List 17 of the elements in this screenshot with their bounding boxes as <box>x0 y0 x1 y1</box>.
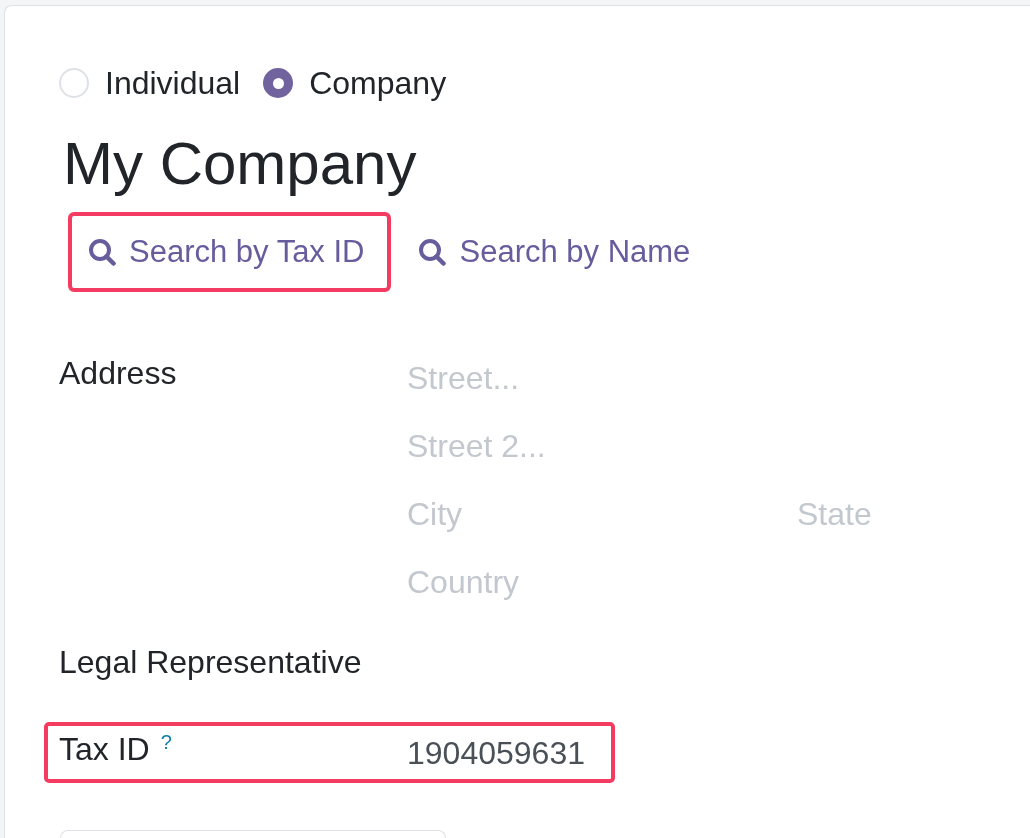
search-icon <box>88 238 116 266</box>
company-name-field[interactable]: My Company <box>63 128 1030 200</box>
address-field[interactable]: Street... <box>407 358 997 398</box>
radio-option[interactable]: Company <box>263 63 447 103</box>
radio-option[interactable]: Individual <box>59 63 241 103</box>
address-field[interactable]: City <box>407 494 797 534</box>
search-button[interactable]: Search by Name <box>398 212 718 292</box>
address-field[interactable]: Street 2... <box>407 426 997 466</box>
search-icon <box>418 238 447 266</box>
field-label: Address <box>59 354 178 393</box>
address-field[interactable]: Country <box>407 562 997 602</box>
tax-id-field[interactable]: 1904059631 <box>407 732 591 773</box>
field-label: Tax ID <box>59 729 150 769</box>
field-label: Legal Representative <box>59 643 362 682</box>
search-button[interactable]: Search by Tax ID <box>68 212 392 292</box>
help-marker[interactable]: ? <box>160 730 172 753</box>
address-field[interactable]: State <box>797 494 997 534</box>
